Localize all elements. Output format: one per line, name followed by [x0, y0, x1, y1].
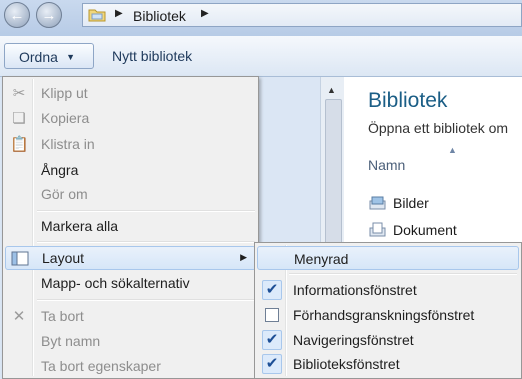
title-bar: ← → ▶ Bibliotek ▶ — [0, 0, 522, 36]
pane-icon — [262, 305, 282, 325]
folder-icon — [88, 9, 106, 22]
menu-item-redo[interactable]: Gör om — [5, 183, 256, 207]
menu-item-layout[interactable]: Layout ▶ — [5, 246, 256, 270]
breadcrumb-separator-icon[interactable]: ▶ — [115, 8, 123, 19]
menu-separator — [289, 273, 517, 275]
submenu-arrow-icon: ▶ — [240, 252, 247, 262]
paste-icon: 📋 — [10, 136, 29, 153]
sort-ascending-icon: ▲ — [448, 145, 457, 155]
menu-item-select-all[interactable]: Markera alla — [5, 215, 256, 239]
submenu-item-details-pane[interactable]: ✔ Informationsfönstret — [257, 278, 519, 302]
menu-item-delete[interactable]: ✕ Ta bort — [5, 305, 256, 329]
list-item-documents[interactable]: Dokument — [368, 222, 457, 238]
documents-library-icon — [369, 222, 386, 237]
layout-submenu: Menyrad ✔ Informationsfönstret Förhandsg… — [254, 242, 522, 379]
checkmark-icon: ✔ — [262, 280, 282, 300]
column-header-name[interactable]: Namn — [368, 157, 405, 173]
command-bar: Ordna ▼ Nytt bibliotek — [0, 36, 522, 77]
organize-button[interactable]: Ordna ▼ — [4, 43, 94, 69]
list-item-pictures[interactable]: Bilder — [368, 195, 429, 211]
menu-item-copy[interactable]: ❏ Kopiera — [5, 107, 256, 131]
organize-menu: ✂ Klipp ut ❏ Kopiera 📋 Klistra in Ångra … — [2, 76, 259, 379]
address-bar[interactable]: ▶ Bibliotek ▶ — [82, 3, 522, 27]
scissors-icon: ✂ — [12, 85, 26, 102]
dropdown-arrow-icon: ▼ — [66, 52, 75, 62]
breadcrumb-separator-icon[interactable]: ▶ — [201, 8, 209, 19]
menu-separator — [37, 241, 255, 243]
pictures-library-icon — [369, 196, 386, 210]
checkmark-icon: ✔ — [262, 354, 282, 374]
menu-item-folder-options[interactable]: Mapp- och sökalternativ — [5, 272, 256, 296]
menu-item-cut[interactable]: ✂ Klipp ut — [5, 82, 256, 106]
organize-label: Ordna — [19, 49, 58, 65]
submenu-item-menu-bar[interactable]: Menyrad — [257, 246, 519, 270]
layout-icon — [11, 251, 29, 266]
submenu-item-navigation-pane[interactable]: ✔ Navigeringsfönstret — [257, 328, 519, 352]
back-arrow-icon: ← — [9, 6, 25, 24]
checkmark-icon: ✔ — [262, 330, 282, 350]
breadcrumb-bibliotek[interactable]: Bibliotek — [133, 8, 186, 24]
forward-button[interactable]: → — [36, 2, 62, 28]
submenu-item-library-pane[interactable]: ✔ Biblioteksfönstret — [257, 352, 519, 376]
copy-icon: ❏ — [12, 110, 26, 127]
back-button[interactable]: ← — [4, 2, 30, 28]
forward-arrow-icon: → — [41, 6, 57, 24]
menu-item-rename[interactable]: Byt namn — [5, 330, 256, 354]
page-subtitle: Öppna ett bibliotek om — [368, 120, 509, 136]
menu-separator — [37, 299, 255, 301]
menu-item-remove-properties[interactable]: Ta bort egenskaper — [5, 355, 256, 379]
scroll-up-icon[interactable]: ▲ — [327, 85, 336, 95]
page-title: Bibliotek — [368, 89, 448, 112]
menu-separator — [37, 210, 255, 212]
menu-item-paste[interactable]: 📋 Klistra in — [5, 133, 256, 157]
new-library-button[interactable]: Nytt bibliotek — [104, 43, 200, 69]
submenu-item-preview-pane[interactable]: Förhandsgranskningsfönstret — [257, 303, 519, 327]
delete-x-icon: ✕ — [12, 308, 26, 325]
menu-item-undo[interactable]: Ångra — [5, 159, 256, 183]
